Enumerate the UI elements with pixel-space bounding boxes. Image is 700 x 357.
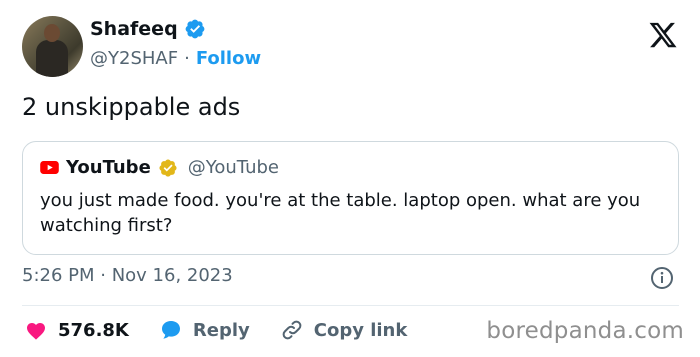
tweet-text: 2 unskippable ads bbox=[22, 93, 241, 121]
author-handle[interactable]: @Y2SHAF bbox=[90, 48, 178, 69]
quoted-tweet[interactable]: YouTube @YouTube you just made food. you… bbox=[22, 141, 679, 255]
author-handle-row: @Y2SHAF · Follow bbox=[90, 48, 261, 69]
quoted-author-handle: @YouTube bbox=[187, 157, 279, 178]
follow-button[interactable]: Follow bbox=[196, 48, 261, 69]
reply-label: Reply bbox=[192, 319, 250, 341]
heart-icon bbox=[27, 323, 45, 340]
author-name[interactable]: Shafeeq bbox=[90, 18, 178, 40]
quoted-author-name: YouTube bbox=[66, 157, 151, 178]
handle-separator: · bbox=[184, 48, 190, 69]
copy-link-button[interactable]: Copy link bbox=[280, 318, 408, 342]
divider bbox=[22, 305, 679, 306]
avatar-figure-body bbox=[36, 40, 68, 77]
avatar-figure-head bbox=[44, 24, 60, 42]
speech-bubble-icon bbox=[161, 321, 180, 339]
info-icon[interactable] bbox=[650, 266, 674, 290]
link-icon bbox=[282, 320, 302, 340]
author-avatar[interactable] bbox=[22, 16, 83, 77]
verified-badge-icon bbox=[185, 19, 205, 39]
author-name-row: Shafeeq bbox=[90, 18, 206, 40]
quoted-header: YouTube @YouTube bbox=[40, 157, 279, 178]
tweet-timestamp[interactable]: 5:26 PM · Nov 16, 2023 bbox=[22, 265, 233, 286]
copy-link-label: Copy link bbox=[313, 319, 408, 341]
watermark: boredpanda.com bbox=[486, 318, 684, 344]
like-button[interactable]: 576.8K bbox=[24, 318, 129, 342]
gold-verified-badge-icon bbox=[159, 158, 177, 177]
like-count: 576.8K bbox=[58, 319, 129, 341]
reply-button[interactable]: Reply bbox=[159, 318, 250, 342]
action-bar: 576.8K Reply Copy link bbox=[24, 318, 437, 342]
youtube-logo-icon bbox=[40, 161, 59, 174]
quoted-text: you just made food. you're at the table.… bbox=[40, 190, 641, 236]
x-logo-icon[interactable] bbox=[648, 20, 678, 50]
